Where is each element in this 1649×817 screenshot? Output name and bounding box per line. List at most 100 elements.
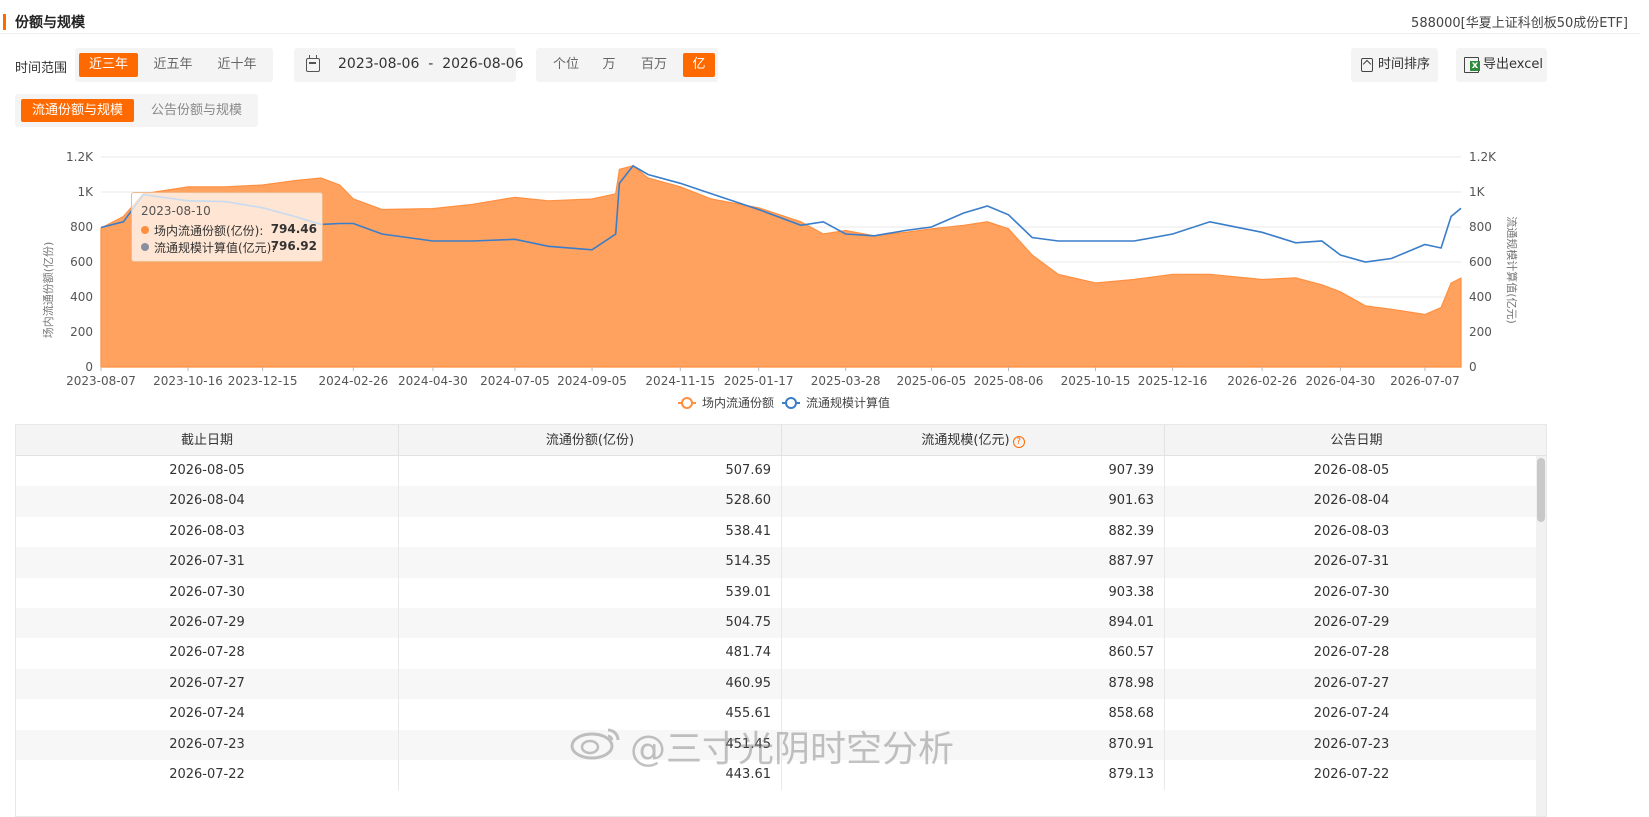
col-header-scale[interactable]: 流通规模(亿元)? <box>782 425 1165 456</box>
x-tick-label: 2024-02-26 <box>318 374 388 388</box>
time-range-selector: 近三年 近五年 近十年 <box>75 48 273 82</box>
table-row: 2026-07-23 451.45 870.91 2026-07-23 <box>16 729 1538 760</box>
time-sort-button[interactable]: 时间排序 <box>1351 48 1438 82</box>
date-range-text: 2023-08-06 - 2026-08-06 <box>338 56 524 72</box>
cell-share: 528.60 <box>399 486 782 517</box>
cell-scale: 894.01 <box>782 608 1165 639</box>
x-tick-label: 2023-08-07 <box>66 374 136 388</box>
cell-announce-date: 2026-07-28 <box>1313 645 1390 661</box>
cell-announce-date: 2026-07-23 <box>1313 736 1390 752</box>
table-scrollbar[interactable] <box>1536 456 1546 816</box>
x-tick-label: 2023-12-15 <box>228 374 298 388</box>
help-icon[interactable]: ? <box>1012 436 1025 448</box>
tooltip-scale-dot <box>141 243 149 251</box>
date-range-picker[interactable]: 2023-08-06 - 2026-08-06 <box>294 48 524 82</box>
page-title: 份额与规模 <box>15 15 85 31</box>
cell-end-date: 2026-08-04 <box>16 486 399 517</box>
range-option-10y[interactable]: 近十年 <box>207 53 267 77</box>
legend-item-scale[interactable]: 流通规模计算值 <box>782 395 890 410</box>
x-tick-label: 2024-07-05 <box>480 374 550 388</box>
cell-end-date: 2026-08-05 <box>16 456 399 487</box>
cell-share: 455.61 <box>399 699 782 730</box>
y-tick-right: 1K <box>1469 185 1486 199</box>
x-tick-label: 2023-10-16 <box>153 374 223 388</box>
cell-announce-date: 2026-07-30 <box>1313 584 1390 600</box>
unit-option-yi[interactable]: 亿 <box>683 53 715 77</box>
x-tick-label: 2025-08-06 <box>974 374 1044 388</box>
share-scale-tabs: 流通份额与规模 公告份额与规模 <box>15 94 258 127</box>
cell-end-date: 2026-07-30 <box>16 577 399 608</box>
cell-share: 451.45 <box>399 729 782 760</box>
y-axis-right-title: 流通规模计算值(亿元) <box>1505 216 1519 324</box>
range-option-3y[interactable]: 近三年 <box>79 53 138 77</box>
cell-scale: 858.68 <box>782 699 1165 730</box>
cell-announce-date: 2026-08-03 <box>1313 523 1390 539</box>
share-scale-chart: 0 200 400 600 800 1K 1.2K 0 200 400 600 800 1K 1.2K … <box>0 140 1649 420</box>
table-row: 2026-08-04 528.60 901.63 2026-08-04 <box>16 486 1538 517</box>
col-header-share-label: 流通份额(亿份) <box>545 433 635 448</box>
cell-share: 514.35 <box>399 547 782 578</box>
cell-share: 539.01 <box>399 577 782 608</box>
cell-announce-date: 2026-07-31 <box>1313 554 1390 570</box>
legend-share-label: 场内流通份额 <box>702 396 774 410</box>
scrollbar-thumb[interactable] <box>1537 458 1545 522</box>
cell-scale: 870.91 <box>782 729 1165 760</box>
cell-share: 481.74 <box>399 638 782 669</box>
cell-end-date: 2026-07-22 <box>16 760 399 791</box>
cell-share: 460.95 <box>399 668 782 700</box>
table-row: 2026-07-27 460.95 878.98 2026-07-27 <box>16 668 1538 700</box>
tab-announced-share[interactable]: 公告份额与规模 <box>140 99 253 122</box>
cell-scale: 879.13 <box>782 760 1165 791</box>
cell-end-date: 2026-07-31 <box>16 547 399 578</box>
toolbar: 时间范围 近三年 近五年 近十年 2023-08-06 - 2026-08-06… <box>0 48 1649 84</box>
col-header-share[interactable]: 流通份额(亿份) <box>399 425 782 456</box>
y-tick-right: 600 <box>1469 255 1492 269</box>
x-tick-label: 2026-02-26 <box>1227 374 1297 388</box>
cell-scale: 882.39 <box>782 516 1165 548</box>
share-scale-table: 截止日期 流通份额(亿份) 流通规模(亿元)? 公告日期 2026-08-05 5… <box>15 424 1547 817</box>
tooltip-share-value: 794.46 <box>270 222 317 236</box>
tooltip-share-dot <box>141 226 149 234</box>
legend-item-share[interactable]: 场内流通份额 <box>678 396 774 410</box>
tab-circulating-share[interactable]: 流通份额与规模 <box>21 99 134 122</box>
cell-announce-date: 2026-07-27 <box>1313 675 1390 691</box>
y-tick-left: 1.2K <box>66 150 94 164</box>
cell-share: 443.61 <box>399 760 782 791</box>
legend-scale-label: 流通规模计算值 <box>806 395 890 410</box>
y-axis-right-ticks: 0 200 400 600 800 1K 1.2K <box>1469 150 1497 374</box>
export-excel-button[interactable]: 导出excel <box>1456 48 1547 82</box>
legend-scale-marker <box>785 397 797 409</box>
cell-end-date: 2026-08-03 <box>16 516 399 548</box>
range-option-5y[interactable]: 近五年 <box>143 53 203 77</box>
cell-announce-date: 2026-08-04 <box>1313 493 1390 509</box>
table-row: 2026-07-28 481.74 860.57 2026-07-28 <box>16 638 1538 669</box>
table-row: 2026-07-29 504.75 894.01 2026-07-29 <box>16 608 1538 639</box>
table-row: 2026-07-24 455.61 858.68 2026-07-24 <box>16 699 1538 730</box>
excel-icon <box>1464 57 1480 73</box>
cell-scale: 907.39 <box>782 456 1165 487</box>
y-tick-left: 800 <box>70 220 93 234</box>
unit-option-million[interactable]: 百万 <box>632 53 676 77</box>
y-tick-right: 1.2K <box>1469 150 1497 164</box>
col-header-end-date[interactable]: 截止日期 <box>16 425 399 456</box>
x-tick-label: 2024-09-05 <box>557 374 627 388</box>
unit-option-ones[interactable]: 个位 <box>542 53 590 77</box>
x-tick-label: 2025-01-17 <box>724 374 794 388</box>
y-tick-left: 400 <box>70 290 93 304</box>
x-axis-ticks: 2023-08-07 2023-10-16 2023-12-15 2024-02-26… <box>66 367 1460 388</box>
time-sort-label: 时间排序 <box>1378 57 1431 72</box>
y-tick-right: 0 <box>1469 360 1477 374</box>
cell-announce-date: 2026-08-05 <box>1313 463 1390 478</box>
col-header-announce-date-label: 公告日期 <box>1330 433 1383 448</box>
unit-option-wan[interactable]: 万 <box>594 53 624 77</box>
tooltip-date: 2023-08-10 <box>141 204 211 218</box>
cell-scale: 903.38 <box>782 577 1165 608</box>
col-header-announce-date[interactable]: 公告日期 <box>1165 425 1546 456</box>
chart-legend: 场内流通份额 流通规模计算值 <box>678 395 890 410</box>
cell-announce-date: 2026-07-22 <box>1313 767 1390 782</box>
calendar-icon <box>306 55 320 72</box>
sort-icon <box>1361 58 1373 72</box>
export-excel-label: 导出excel <box>1483 57 1543 72</box>
cell-end-date: 2026-07-24 <box>16 699 399 730</box>
cell-share: 504.75 <box>399 608 782 639</box>
